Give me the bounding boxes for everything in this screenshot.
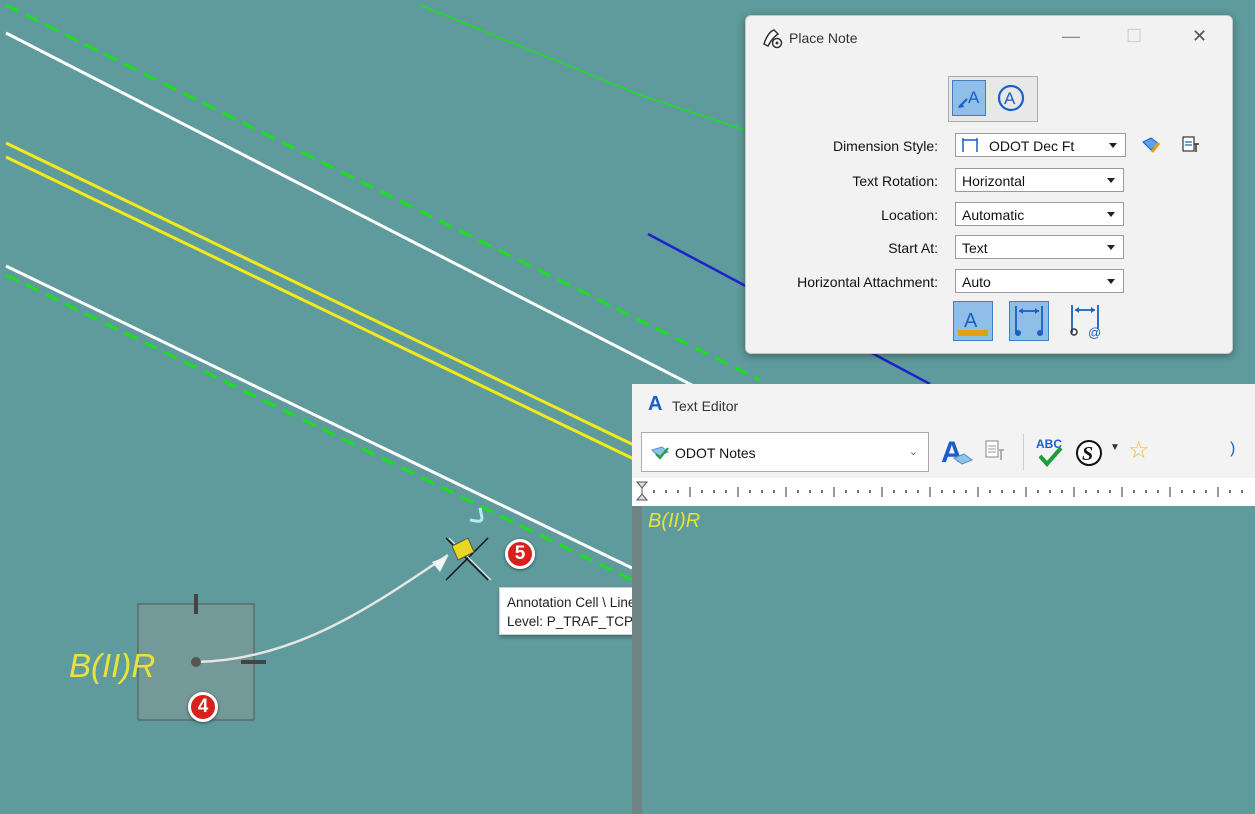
callout-5: 5: [505, 539, 535, 569]
label-horizontal-attachment: Horizontal Attachment:: [797, 274, 938, 290]
chevron-down-icon: [1107, 212, 1115, 217]
minimize-button[interactable]: —: [1062, 26, 1080, 47]
dimension-style-select[interactable]: ODOT Dec Ft: [955, 133, 1126, 157]
close-button[interactable]: ✕: [1192, 26, 1207, 47]
chevron-down-icon: [1107, 245, 1115, 250]
location-select[interactable]: Automatic: [955, 202, 1124, 226]
text-editor-app-icon: A: [648, 393, 663, 415]
svg-text:A: A: [941, 436, 963, 469]
text-editor-title: Text Editor: [672, 398, 739, 414]
favorite-star-icon[interactable]: ☆: [1128, 436, 1150, 465]
horizontal-attachment-value: Auto: [962, 274, 991, 290]
svg-text:@: @: [1088, 325, 1101, 339]
svg-text:A: A: [964, 310, 978, 332]
chevron-down-icon: [1107, 279, 1115, 284]
row-text-rotation: Text Rotation: Horizontal: [746, 168, 1232, 194]
svg-text:S: S: [1082, 443, 1093, 465]
leader-note-button[interactable]: A: [952, 80, 986, 116]
text-editor-ruler[interactable]: [632, 478, 1255, 507]
place-note-title: Place Note: [789, 30, 858, 46]
ruler-ticks: [635, 481, 1243, 501]
circled-a-icon: A: [997, 84, 1025, 112]
text-editor-titlebar[interactable]: A Text Editor: [632, 384, 1255, 428]
text-style-select[interactable]: ODOT Notes ⌄: [641, 432, 929, 472]
text-frame-button[interactable]: A: [953, 301, 993, 341]
callout-4: 4: [188, 692, 218, 722]
label-text-rotation: Text Rotation:: [852, 173, 938, 189]
maximize-button[interactable]: ☐: [1126, 26, 1142, 47]
text-editor-window: A Text Editor ODOT Notes ⌄ A ABC S ▼ ☆)…: [632, 384, 1255, 814]
label-location: Location:: [881, 207, 938, 223]
leader-note-icon: A: [958, 88, 980, 108]
symbol-dropdown-icon[interactable]: ▼: [1110, 442, 1120, 453]
toolbar-divider: [1023, 434, 1024, 470]
place-note-app-icon: [763, 29, 783, 49]
text-editor-content-area[interactable]: B(II)R: [632, 506, 1255, 814]
text-editor-content[interactable]: B(II)R: [648, 510, 700, 533]
dimension-style-value: ODOT Dec Ft: [989, 138, 1075, 154]
dim-style-edit-icon[interactable]: [1140, 134, 1162, 156]
row-horizontal-attachment: Horizontal Attachment: Auto: [746, 269, 1232, 295]
circled-note-button[interactable]: A: [994, 80, 1028, 116]
horizontal-attachment-select[interactable]: Auto: [955, 269, 1124, 293]
place-note-titlebar[interactable]: Place Note — ☐ ✕: [746, 16, 1232, 60]
match-text-icon[interactable]: [982, 438, 1010, 466]
location-value: Automatic: [962, 207, 1025, 223]
svg-text:A: A: [1004, 89, 1016, 108]
text-rotation-value: Horizontal: [962, 173, 1026, 189]
cell-label-text: B(II)R: [69, 647, 155, 684]
text-editor-toolbar: ODOT Notes ⌄ A ABC S ▼ ☆ ): [632, 428, 1255, 478]
leader-length-icon: [1015, 306, 1043, 336]
label-dimension-style: Dimension Style:: [832, 138, 938, 154]
chevron-down-icon: ⌄: [908, 446, 918, 458]
associative-leader-icon: @: [1070, 305, 1101, 340]
chevron-down-icon: [1109, 143, 1117, 148]
dim-style-match-icon[interactable]: [1180, 134, 1204, 156]
label-start-at: Start At:: [888, 240, 938, 256]
row-start-at: Start At: Text: [746, 235, 1232, 261]
more-tools-icon[interactable]: ): [1230, 440, 1235, 458]
svg-text:A: A: [968, 88, 980, 107]
row-dimension-style: Dimension Style: ODOT Dec Ft: [746, 133, 1232, 159]
start-at-select[interactable]: Text: [955, 235, 1124, 259]
chevron-down-icon: [1107, 178, 1115, 183]
associative-leader-button[interactable]: @: [1066, 301, 1106, 341]
special-symbol-icon[interactable]: S: [1074, 438, 1104, 468]
leader-length-button[interactable]: [1009, 301, 1049, 341]
spell-check-icon[interactable]: ABC: [1033, 434, 1067, 470]
row-location: Location: Automatic: [746, 202, 1232, 228]
text-style-edit-icon[interactable]: A: [938, 432, 974, 472]
text-style-icon: [651, 446, 669, 460]
start-at-value: Text: [962, 240, 988, 256]
place-note-dialog: Place Note — ☐ ✕ A A Dimension Style: OD…: [745, 15, 1233, 354]
text-rotation-select[interactable]: Horizontal: [955, 168, 1124, 192]
note-mode-toggle: A A: [948, 76, 1038, 122]
text-style-value: ODOT Notes: [675, 445, 756, 461]
dim-style-icon: [962, 138, 978, 152]
text-frame-icon: A: [958, 310, 988, 336]
